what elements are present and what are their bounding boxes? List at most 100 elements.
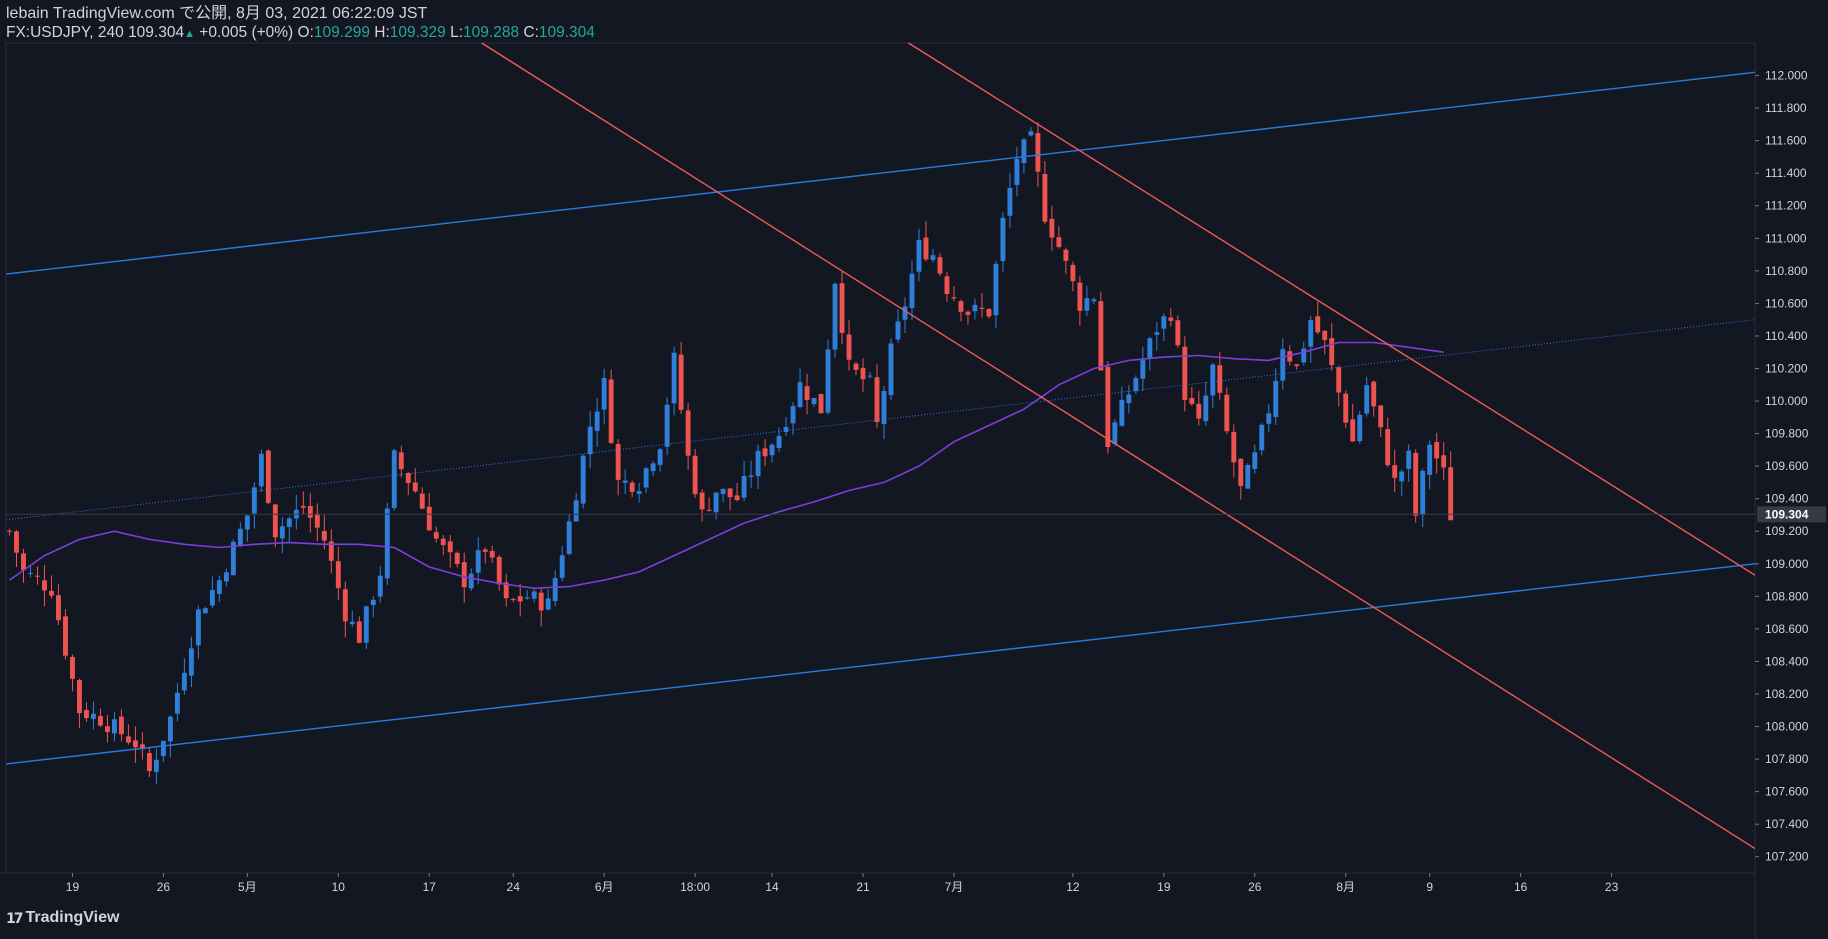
candle-body[interactable] — [1252, 452, 1258, 469]
candle-body[interactable] — [643, 468, 649, 488]
candle-body[interactable] — [307, 505, 313, 518]
candle-body[interactable] — [762, 448, 768, 457]
candle-body[interactable] — [818, 393, 824, 414]
moving-average[interactable] — [9, 341, 1444, 590]
candle-body[interactable] — [419, 493, 425, 509]
candle-body[interactable] — [482, 549, 488, 552]
candle-body[interactable] — [21, 553, 26, 571]
candle-body[interactable] — [1035, 133, 1041, 172]
candle-body[interactable] — [874, 377, 880, 423]
candle-body[interactable] — [188, 648, 194, 676]
candle-body[interactable] — [629, 482, 635, 492]
candle-body[interactable] — [832, 283, 838, 350]
candle-body[interactable] — [692, 455, 698, 495]
candle-body[interactable] — [727, 488, 733, 498]
candle-body[interactable] — [1406, 450, 1412, 469]
candle-body[interactable] — [1231, 431, 1237, 463]
candle-body[interactable] — [923, 237, 929, 260]
candle-body[interactable] — [377, 575, 383, 597]
candle-body[interactable] — [56, 595, 61, 621]
candle-body[interactable] — [615, 444, 621, 480]
candle-body[interactable] — [363, 606, 369, 643]
candle-body[interactable] — [720, 488, 726, 495]
candle-body[interactable] — [132, 740, 138, 748]
candle-body[interactable] — [839, 283, 845, 333]
candle-body[interactable] — [573, 500, 579, 522]
candle-body[interactable] — [461, 562, 467, 588]
candle-body[interactable] — [594, 411, 600, 431]
candle-body[interactable] — [1413, 452, 1419, 516]
candle-body[interactable] — [342, 589, 348, 622]
candle-body[interactable] — [1063, 249, 1069, 261]
candle-body[interactable] — [538, 592, 544, 611]
candle-body[interactable] — [1301, 348, 1307, 363]
candle-body[interactable] — [1434, 442, 1440, 459]
candle-body[interactable] — [1357, 414, 1363, 442]
candle-body[interactable] — [279, 526, 285, 539]
candle-body[interactable] — [35, 575, 40, 577]
candle-body[interactable] — [1189, 398, 1195, 404]
candle-body[interactable] — [587, 426, 593, 455]
candle-body[interactable] — [49, 590, 54, 596]
candle-body[interactable] — [356, 621, 362, 643]
candles[interactable] — [7, 122, 1454, 784]
candle-body[interactable] — [1266, 413, 1272, 424]
price-chart[interactable]: 112.000 111.800 111.600 111.400 111.200 111.0… — [0, 0, 1828, 939]
candle-body[interactable] — [1350, 419, 1356, 442]
candle-body[interactable] — [1315, 316, 1321, 333]
candle-body[interactable] — [1021, 139, 1027, 163]
candle-body[interactable] — [174, 692, 180, 714]
candle-body[interactable] — [1245, 465, 1251, 489]
candle-body[interactable] — [1259, 424, 1265, 451]
candle-body[interactable] — [559, 555, 565, 578]
candle-body[interactable] — [7, 530, 12, 532]
candle-body[interactable] — [1028, 131, 1034, 136]
candle-body[interactable] — [776, 435, 782, 449]
candle-body[interactable] — [272, 504, 278, 538]
candle-body[interactable] — [1140, 360, 1146, 379]
candle-body[interactable] — [888, 343, 894, 396]
candle-body[interactable] — [699, 492, 705, 510]
candle-body[interactable] — [1112, 422, 1118, 445]
candle-body[interactable] — [951, 297, 957, 299]
candle-body[interactable] — [601, 377, 607, 410]
tradingview-brand[interactable]: 𝟭𝟳 TradingView — [6, 909, 119, 927]
candle-body[interactable] — [825, 349, 831, 413]
candle-body[interactable] — [916, 239, 922, 272]
lower-blue-channel-trendline[interactable] — [5, 563, 1756, 765]
candle-body[interactable] — [1161, 316, 1167, 329]
candle-body[interactable] — [1077, 282, 1083, 311]
candle-body[interactable] — [223, 572, 229, 582]
candle-body[interactable] — [1238, 458, 1244, 486]
candle-body[interactable] — [853, 363, 859, 370]
candle-body[interactable] — [258, 453, 264, 487]
candle-body[interactable] — [167, 716, 173, 742]
candle-body[interactable] — [391, 450, 397, 508]
candle-body[interactable] — [349, 621, 355, 625]
trendlines[interactable] — [5, 42, 1756, 850]
candle-body[interactable] — [510, 599, 516, 601]
candle-body[interactable] — [1203, 395, 1209, 422]
candle-body[interactable] — [678, 354, 684, 410]
candle-body[interactable] — [783, 427, 789, 433]
candle-body[interactable] — [1294, 364, 1300, 367]
candle-body[interactable] — [314, 513, 320, 528]
candle-body[interactable] — [965, 311, 971, 315]
candle-body[interactable] — [84, 710, 89, 719]
candle-body[interactable] — [1007, 187, 1013, 216]
candle-body[interactable] — [216, 580, 222, 594]
candle-body[interactable] — [1056, 237, 1062, 247]
candle-body[interactable] — [440, 538, 446, 546]
candle-body[interactable] — [475, 550, 481, 573]
candle-body[interactable] — [1175, 320, 1181, 346]
candle-body[interactable] — [1168, 317, 1174, 321]
candle-body[interactable] — [1392, 465, 1398, 478]
candle-body[interactable] — [1000, 217, 1006, 262]
candle-body[interactable] — [769, 444, 775, 456]
candle-body[interactable] — [741, 476, 747, 498]
candle-body[interactable] — [286, 518, 292, 527]
candle-body[interactable] — [1154, 332, 1160, 335]
candle-body[interactable] — [1336, 367, 1342, 393]
candle-body[interactable] — [944, 276, 950, 294]
price-axis[interactable]: 112.000 111.800 111.600 111.400 111.200 111.0… — [6, 69, 1826, 864]
